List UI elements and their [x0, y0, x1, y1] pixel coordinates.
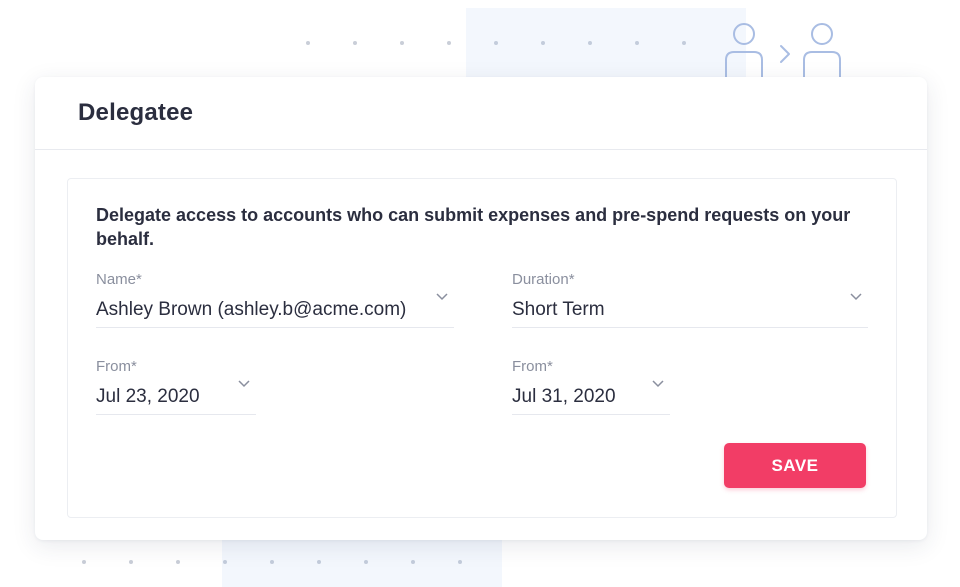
field-underline	[96, 327, 454, 328]
chevron-down-icon[interactable]	[652, 380, 664, 388]
background-panel	[466, 8, 746, 88]
chevron-down-icon[interactable]	[238, 380, 250, 388]
duration-value: Short Term	[512, 299, 605, 320]
field-underline	[512, 327, 868, 328]
chevron-down-icon[interactable]	[850, 293, 862, 301]
save-button[interactable]: SAVE	[724, 443, 866, 488]
field-underline	[512, 414, 670, 415]
duration-select[interactable]: Duration* Short Term	[512, 271, 868, 328]
from-end-value: Jul 31, 2020	[512, 386, 616, 407]
form-description: Delegate access to accounts who can subm…	[96, 205, 851, 249]
from-end-date-select[interactable]: From* Jul 31, 2020	[512, 358, 670, 415]
from-start-value: Jul 23, 2020	[96, 386, 200, 407]
card-title: Delegatee	[78, 99, 194, 126]
duration-label: Duration*	[512, 271, 575, 288]
from-start-date-select[interactable]: From* Jul 23, 2020	[96, 358, 256, 415]
from-start-label: From*	[96, 358, 137, 375]
name-value: Ashley Brown (ashley.b@acme.com)	[96, 299, 407, 320]
from-end-label: From*	[512, 358, 553, 375]
delegatee-card: Delegatee Delegate access to accounts wh…	[35, 77, 927, 540]
name-label: Name*	[96, 271, 142, 288]
delegate-form: Delegate access to accounts who can subm…	[67, 178, 897, 518]
card-header: Delegatee	[35, 77, 927, 150]
field-underline	[96, 414, 256, 415]
people-delegate-icon	[725, 23, 841, 80]
name-select[interactable]: Name* Ashley Brown (ashley.b@acme.com)	[96, 271, 454, 328]
chevron-down-icon[interactable]	[436, 293, 448, 301]
